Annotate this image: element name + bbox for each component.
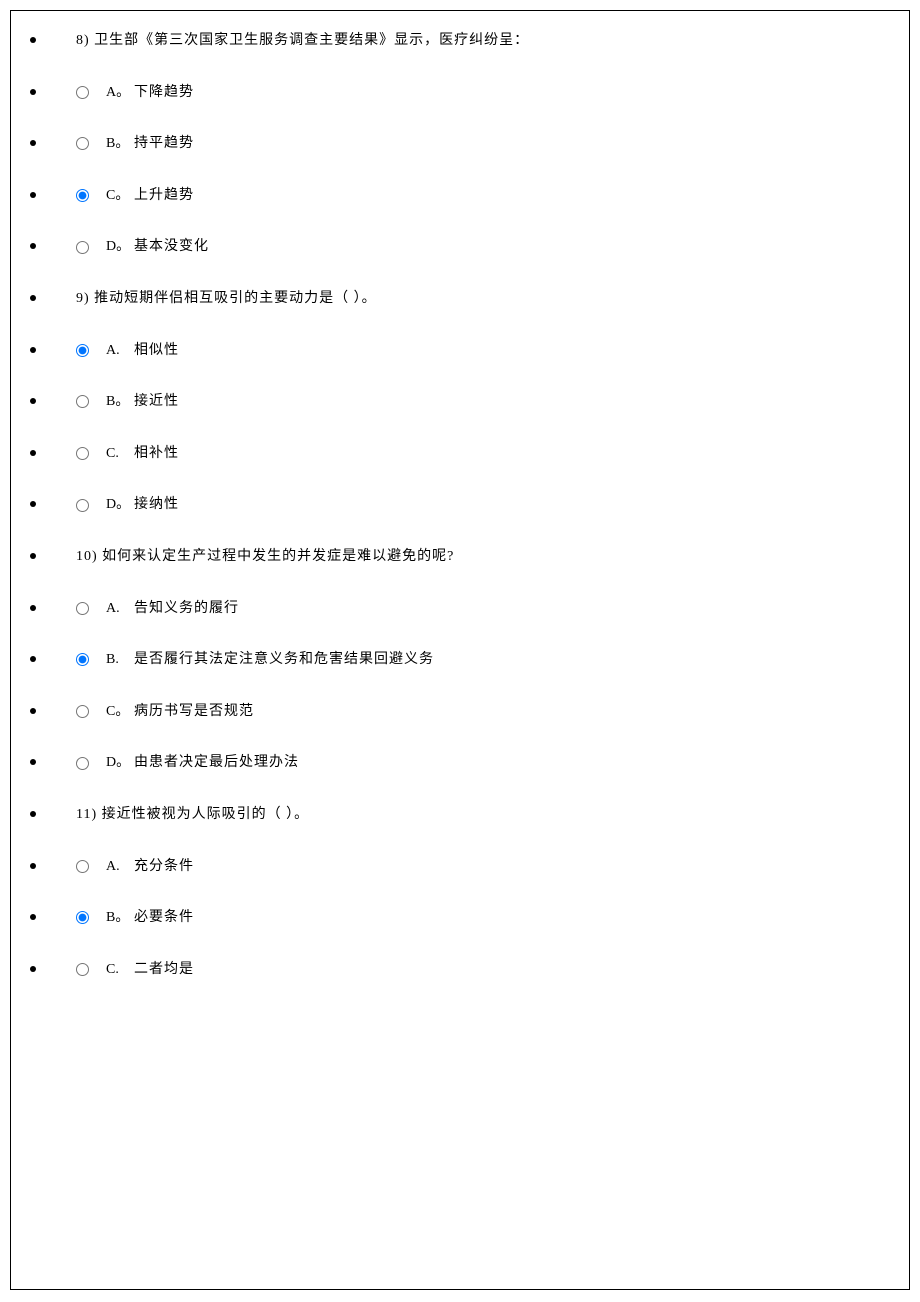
option-text: 告知义务的履行 <box>134 599 239 619</box>
question-item: 8) 卫生部《第三次国家卫生服务调查主要结果》显示，医疗纠纷呈： <box>26 31 894 51</box>
question-text: 9) 推动短期伴侣相互吸引的主要动力是（ ）。 <box>76 291 377 306</box>
question-text: 8) 卫生部《第三次国家卫生服务调查主要结果》显示，医疗纠纷呈： <box>76 33 529 48</box>
option-radio[interactable] <box>76 395 89 408</box>
option-letter: D。 <box>106 495 134 515</box>
option-radio[interactable] <box>76 757 89 770</box>
option-radio[interactable] <box>76 860 89 873</box>
option-letter: B. <box>106 650 134 670</box>
option-letter: A. <box>106 341 134 361</box>
option-item: B。必要条件 <box>26 908 894 928</box>
option-radio[interactable] <box>76 189 89 202</box>
option-text: 必要条件 <box>134 908 194 928</box>
option-text: 二者均是 <box>134 960 194 980</box>
question-text: 10) 如何来认定生产过程中发生的并发症是难以避免的呢? <box>76 549 454 564</box>
option-item: C.二者均是 <box>26 960 894 980</box>
option-item: B.是否履行其法定注意义务和危害结果回避义务 <box>26 650 894 670</box>
option-text: 持平趋势 <box>134 134 194 154</box>
option-item: C.相补性 <box>26 444 894 464</box>
option-radio[interactable] <box>76 86 89 99</box>
option-letter: B。 <box>106 134 134 154</box>
option-item: A.充分条件 <box>26 857 894 877</box>
option-letter: D。 <box>106 753 134 773</box>
option-item: A.相似性 <box>26 341 894 361</box>
option-letter: B。 <box>106 908 134 928</box>
question-item: 11) 接近性被视为人际吸引的（ ）。 <box>26 805 894 825</box>
option-item: C。上升趋势 <box>26 186 894 206</box>
option-text: 基本没变化 <box>134 237 209 257</box>
option-item: D。接纳性 <box>26 495 894 515</box>
option-radio[interactable] <box>76 602 89 615</box>
option-item: C。病历书写是否规范 <box>26 702 894 722</box>
option-letter: C. <box>106 960 134 980</box>
option-radio[interactable] <box>76 499 89 512</box>
option-text: 病历书写是否规范 <box>134 702 254 722</box>
option-letter: C。 <box>106 186 134 206</box>
option-radio[interactable] <box>76 447 89 460</box>
option-text: 接近性 <box>134 392 179 412</box>
question-item: 9) 推动短期伴侣相互吸引的主要动力是（ ）。 <box>26 289 894 309</box>
question-list: 8) 卫生部《第三次国家卫生服务调查主要结果》显示，医疗纠纷呈： A。下降趋势 B。… <box>26 31 894 979</box>
option-item: D。由患者决定最后处理办法 <box>26 753 894 773</box>
option-text: 由患者决定最后处理办法 <box>134 753 299 773</box>
option-text: 充分条件 <box>134 857 194 877</box>
option-letter: B。 <box>106 392 134 412</box>
option-letter: C。 <box>106 702 134 722</box>
option-radio[interactable] <box>76 705 89 718</box>
option-item: A.告知义务的履行 <box>26 599 894 619</box>
option-radio[interactable] <box>76 137 89 150</box>
option-text: 相似性 <box>134 341 179 361</box>
option-letter: A。 <box>106 83 134 103</box>
option-radio[interactable] <box>76 911 89 924</box>
option-radio[interactable] <box>76 653 89 666</box>
option-text: 上升趋势 <box>134 186 194 206</box>
option-text: 相补性 <box>134 444 179 464</box>
option-text: 是否履行其法定注意义务和危害结果回避义务 <box>134 650 434 670</box>
option-letter: C. <box>106 444 134 464</box>
option-item: B。持平趋势 <box>26 134 894 154</box>
option-text: 下降趋势 <box>134 83 194 103</box>
option-letter: D。 <box>106 237 134 257</box>
question-item: 10) 如何来认定生产过程中发生的并发症是难以避免的呢? <box>26 547 894 567</box>
option-letter: A. <box>106 857 134 877</box>
option-radio[interactable] <box>76 241 89 254</box>
option-text: 接纳性 <box>134 495 179 515</box>
option-item: D。基本没变化 <box>26 237 894 257</box>
option-letter: A. <box>106 599 134 619</box>
question-text: 11) 接近性被视为人际吸引的（ ）。 <box>76 807 309 822</box>
option-radio[interactable] <box>76 963 89 976</box>
option-item: B。接近性 <box>26 392 894 412</box>
option-item: A。下降趋势 <box>26 83 894 103</box>
option-radio[interactable] <box>76 344 89 357</box>
